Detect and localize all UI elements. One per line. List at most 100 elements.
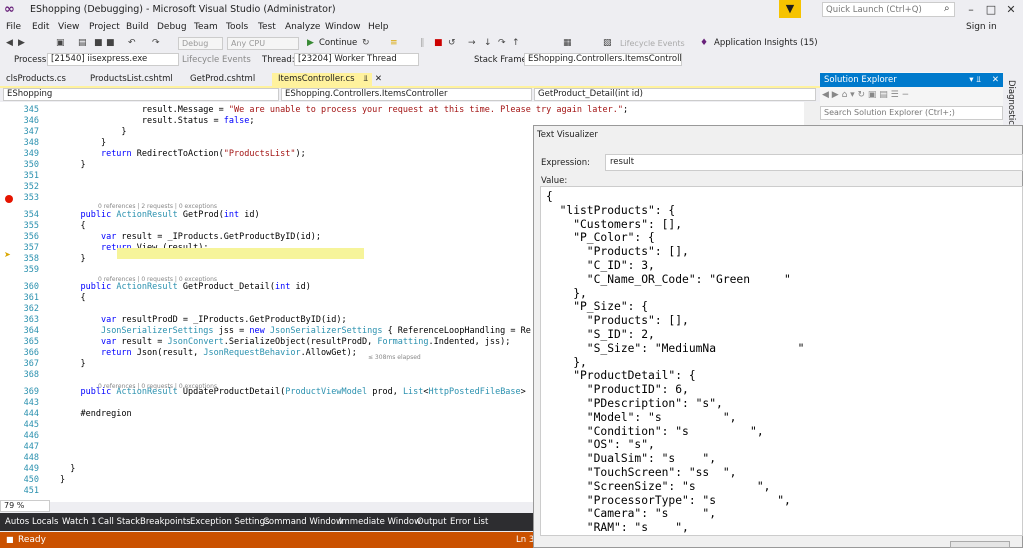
app-insights-icon[interactable]: ♦ — [700, 37, 708, 50]
close-dialog-button[interactable] — [950, 541, 1010, 548]
menu-view[interactable]: View — [58, 22, 79, 32]
process-dropdown[interactable]: [21540] iisexpress.exe — [47, 53, 179, 66]
sign-in-link[interactable]: Sign in — [966, 22, 997, 32]
menu-edit[interactable]: Edit — [32, 22, 49, 32]
open-folder-icon[interactable]: ▤ — [78, 37, 87, 50]
quick-launch-input[interactable]: Quick Launch (Ctrl+Q) — [822, 2, 955, 17]
value-textbox[interactable]: { "listProducts": { "Customers": [], "P_… — [540, 186, 1023, 536]
code-line[interactable]: return RedirectToAction("ProductsList"); — [60, 149, 306, 159]
minimize-button[interactable]: – — [961, 2, 981, 17]
tab-output[interactable]: Output — [417, 517, 447, 527]
tab-immediate-window[interactable]: Immediate Window — [339, 517, 421, 527]
tab-error-list[interactable]: Error List — [450, 517, 488, 527]
code-line[interactable]: var result = JsonConvert.SerializeObject… — [60, 337, 510, 347]
thread-dropdown[interactable]: [23204] Worker Thread — [294, 53, 419, 66]
continue-icon[interactable]: ▶ — [307, 37, 314, 50]
code-line[interactable]: } — [60, 475, 65, 485]
code-line[interactable]: public ActionResult GetProd(int id) — [60, 210, 259, 220]
pause-icon[interactable]: ‖ — [420, 37, 425, 50]
undo-icon[interactable]: ↶ — [128, 37, 136, 50]
zoom-level[interactable]: 79 % — [0, 500, 50, 512]
code-line[interactable]: { — [60, 293, 85, 303]
restart-icon[interactable]: ↺ — [448, 37, 456, 50]
menu-help[interactable]: Help — [368, 22, 389, 32]
redo-icon[interactable]: ↷ — [152, 37, 160, 50]
menu-build[interactable]: Build — [126, 22, 149, 32]
browser-link-icon[interactable]: ≡ — [390, 37, 398, 50]
tab-itemscontroller[interactable]: ItemsController.cs ⫫ ✕ — [272, 73, 382, 86]
menu-window[interactable]: Window — [325, 22, 361, 32]
lifecycle-events-dropdown[interactable]: Lifecycle Events — [620, 37, 685, 50]
code-line[interactable]: return Json(result, JsonRequestBehavior.… — [60, 348, 357, 358]
codelens-info[interactable]: 0 references | 0 requests | 0 exceptions — [98, 276, 217, 283]
close-tab-icon[interactable]: ✕ — [375, 74, 382, 84]
code-line[interactable]: public ActionResult GetProduct_Detail(in… — [60, 282, 310, 292]
app-insights-button[interactable]: Application Insights (15) — [714, 37, 818, 50]
code-line[interactable]: } — [60, 160, 85, 170]
code-line[interactable]: result.Message = "We are unable to proce… — [60, 105, 628, 115]
menu-analyze[interactable]: Analyze — [285, 22, 320, 32]
code-line[interactable]: var result = _IProducts.GetProductByID(i… — [60, 232, 321, 242]
layout-icon[interactable]: ▦ — [563, 37, 572, 50]
code-line[interactable]: } — [60, 254, 85, 264]
code-line[interactable]: result.Status = false; — [60, 116, 255, 126]
menu-tools[interactable]: Tools — [226, 22, 248, 32]
class-dropdown[interactable]: EShopping.Controllers.ItemsController — [281, 88, 532, 101]
code-line[interactable]: { — [60, 221, 85, 231]
step-into-icon[interactable]: ↓ — [484, 37, 492, 50]
code-line[interactable]: } — [60, 138, 106, 148]
forward-icon[interactable]: ▶ — [18, 37, 25, 50]
close-button[interactable]: ✕ — [1001, 2, 1021, 17]
platform-dropdown[interactable]: Any CPU — [227, 37, 299, 50]
search-icon[interactable]: ⌕ — [944, 3, 950, 14]
pin-icon[interactable]: ⫫ — [363, 74, 368, 84]
pin-panel-icon[interactable]: ▾ ⫫ — [969, 74, 981, 86]
project-dropdown[interactable]: EShopping — [3, 88, 279, 101]
step-over-icon[interactable]: ↷ — [498, 37, 506, 50]
tab-watch[interactable]: Watch 1 — [62, 517, 97, 527]
menu-project[interactable]: Project — [89, 22, 120, 32]
expression-field[interactable]: result — [605, 154, 1023, 171]
configuration-dropdown[interactable]: Debug — [178, 37, 223, 50]
code-line[interactable]: #endregion — [60, 409, 131, 419]
bookmark-icon[interactable]: ▧ — [603, 37, 612, 50]
solution-explorer-toolbar[interactable]: ◀ ▶ ⌂ ▾ ↻ ▣ ▤ ☰ − — [822, 90, 909, 100]
step-out-icon[interactable]: ↑ — [512, 37, 520, 50]
tab-breakpoints[interactable]: Breakpoints — [140, 517, 191, 527]
codelens-info[interactable]: 0 references | 2 requests | 0 exceptions — [98, 203, 217, 210]
close-panel-icon[interactable]: ✕ — [992, 74, 999, 86]
show-next-statement-icon[interactable]: → — [468, 37, 476, 50]
code-line[interactable]: } — [60, 127, 126, 137]
menu-debug[interactable]: Debug — [157, 22, 187, 32]
stack-frame-dropdown[interactable]: EShopping.Controllers.ItemsController.Ge — [524, 53, 682, 66]
code-line[interactable]: } — [60, 464, 75, 474]
continue-button[interactable]: Continue — [319, 37, 357, 50]
code-line[interactable]: var resultProdD = _IProducts.GetProductB… — [60, 315, 347, 325]
menu-file[interactable]: File — [6, 22, 21, 32]
menu-team[interactable]: Team — [194, 22, 218, 32]
save-icon[interactable]: ■ — [94, 37, 103, 50]
refresh-icon[interactable]: ↻ — [362, 37, 370, 50]
tab-autos[interactable]: Autos — [5, 517, 29, 527]
member-dropdown[interactable]: GetProduct_Detail(int id) — [534, 88, 816, 101]
tab-call-stack[interactable]: Call Stack — [98, 517, 140, 527]
tab-productslist[interactable]: ProductsList.cshtml — [84, 73, 179, 86]
breakpoint-icon[interactable] — [5, 195, 13, 203]
code-line[interactable]: } — [60, 359, 85, 369]
instruction-pointer-icon[interactable]: ➤ — [4, 250, 11, 259]
back-icon[interactable]: ◀ — [6, 37, 13, 50]
code-line[interactable]: JsonSerializerSettings jss = new JsonSer… — [60, 326, 531, 336]
stop-icon[interactable]: ■ — [434, 37, 443, 50]
menu-test[interactable]: Test — [258, 22, 276, 32]
new-project-icon[interactable]: ▣ — [56, 37, 65, 50]
tab-exception-settings[interactable]: Exception Settings — [190, 517, 269, 527]
solution-explorer-search[interactable]: Search Solution Explorer (Ctrl+;) — [820, 106, 1003, 120]
tab-command-window[interactable]: Command Window — [263, 517, 343, 527]
tab-clsproducts[interactable]: clsProducts.cs — [0, 73, 72, 86]
save-all-icon[interactable]: ■ — [106, 37, 115, 50]
tab-getprod[interactable]: GetProd.cshtml — [184, 73, 261, 86]
solution-explorer-header[interactable]: Solution Explorer ▾ ⫫ ✕ — [820, 73, 1003, 87]
codelens-info[interactable]: 0 references | 0 requests | 0 exceptions — [98, 383, 217, 390]
maximize-button[interactable]: □ — [981, 2, 1001, 17]
filter-icon[interactable]: ▼ — [779, 0, 801, 18]
